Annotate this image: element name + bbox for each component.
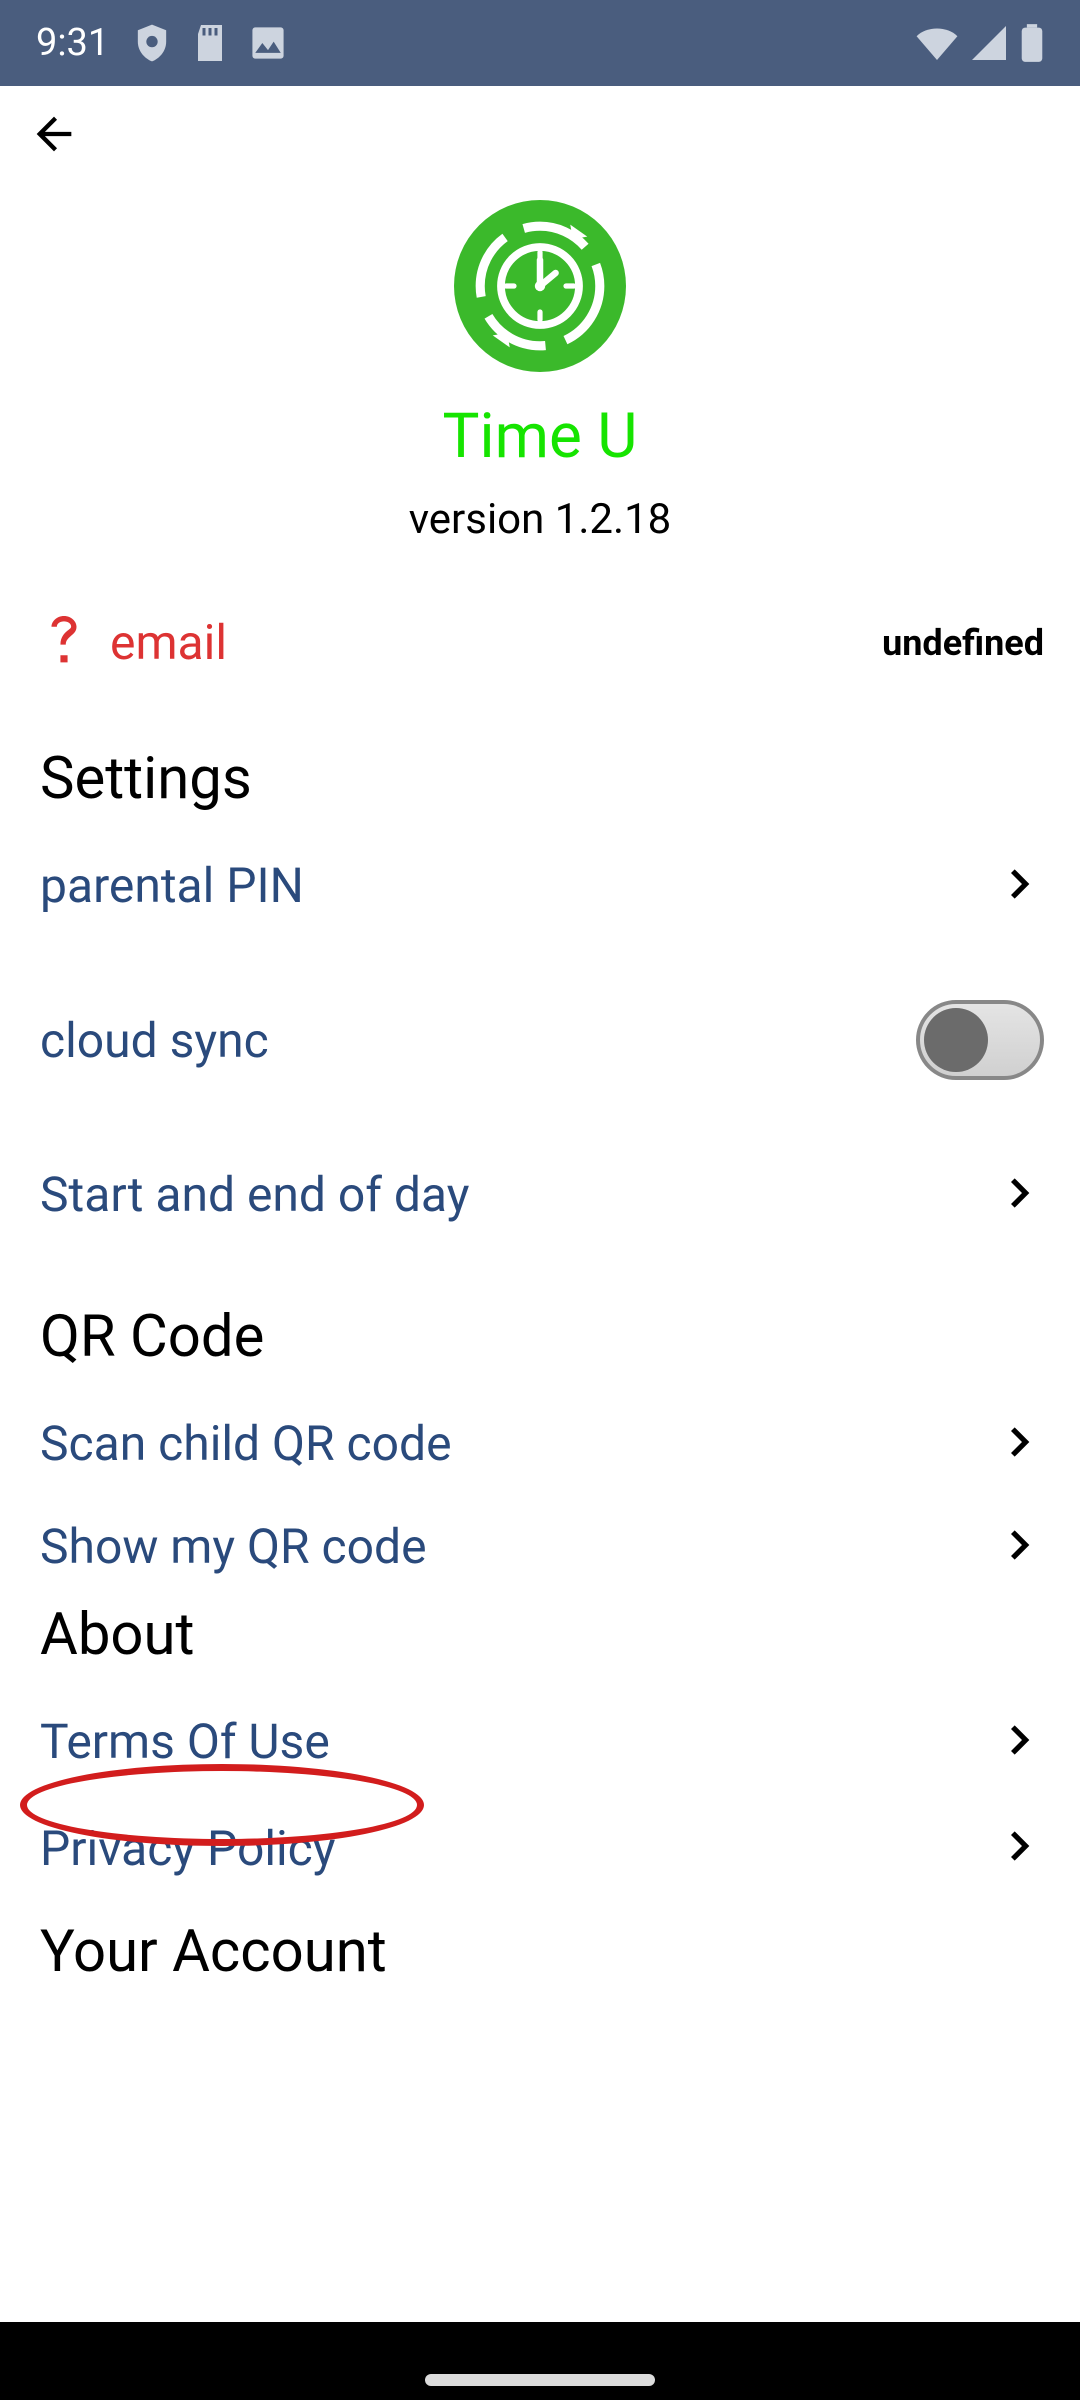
battery-icon <box>1020 24 1044 62</box>
signal-icon <box>972 26 1006 60</box>
app-bar <box>0 86 1080 186</box>
row-show-my-qr[interactable]: Show my QR code <box>0 1504 1080 1583</box>
row-label: Show my QR code <box>40 1518 427 1575</box>
image-icon <box>251 26 285 60</box>
cloud-sync-toggle[interactable] <box>916 1000 1044 1080</box>
email-label: email <box>110 614 227 671</box>
section-title-your-account: Your Account <box>0 1912 1080 1998</box>
shield-icon <box>135 24 169 62</box>
row-label: Terms Of Use <box>40 1713 330 1770</box>
chevron-right-icon <box>1000 1824 1044 1872</box>
arrow-left-icon <box>28 108 80 164</box>
row-label: parental PIN <box>40 857 304 914</box>
row-parental-pin[interactable]: parental PIN <box>0 825 1080 946</box>
bottom-black <box>0 2322 1080 2400</box>
row-terms[interactable]: Terms Of Use <box>0 1681 1080 1802</box>
screen-content: Time U version 1.2.18 email undefined Se… <box>0 86 1080 2322</box>
email-value: undefined <box>882 622 1044 664</box>
row-privacy[interactable]: Privacy Policy <box>0 1802 1080 1912</box>
status-right <box>916 24 1044 62</box>
sd-card-icon <box>195 25 225 61</box>
nav-handle[interactable] <box>425 2374 655 2386</box>
chevron-right-icon <box>1000 1171 1044 1219</box>
row-label: Privacy Policy <box>40 1820 336 1877</box>
question-mark-icon <box>44 616 84 670</box>
status-clock: 9:31 <box>36 21 109 65</box>
screen: Time U version 1.2.18 email undefined Se… <box>0 86 1080 2400</box>
section-title-settings: Settings <box>0 697 1080 825</box>
status-left: 9:31 <box>36 21 285 65</box>
row-label: cloud sync <box>40 1012 269 1069</box>
chevron-right-icon <box>1000 862 1044 910</box>
app-name: Time U <box>443 400 638 473</box>
app-version: version 1.2.18 <box>409 495 672 544</box>
row-scan-child-qr[interactable]: Scan child QR code <box>0 1383 1080 1504</box>
clock-icon <box>475 221 605 351</box>
back-button[interactable] <box>14 96 94 176</box>
row-label: Scan child QR code <box>40 1415 452 1472</box>
toggle-knob <box>924 1008 988 1072</box>
row-start-end-day[interactable]: Start and end of day <box>0 1134 1080 1255</box>
row-cloud-sync[interactable]: cloud sync <box>0 946 1080 1134</box>
email-row[interactable]: email undefined <box>0 588 1080 697</box>
chevron-right-icon <box>1000 1718 1044 1766</box>
wifi-icon <box>916 26 958 60</box>
chevron-right-icon <box>1000 1420 1044 1468</box>
chevron-right-icon <box>1000 1523 1044 1571</box>
app-logo <box>454 200 626 372</box>
section-title-qr: QR Code <box>0 1255 1080 1383</box>
section-title-about: About <box>0 1583 1080 1681</box>
row-label: Start and end of day <box>40 1166 469 1223</box>
status-bar: 9:31 <box>0 0 1080 86</box>
app-header: Time U version 1.2.18 <box>0 186 1080 588</box>
